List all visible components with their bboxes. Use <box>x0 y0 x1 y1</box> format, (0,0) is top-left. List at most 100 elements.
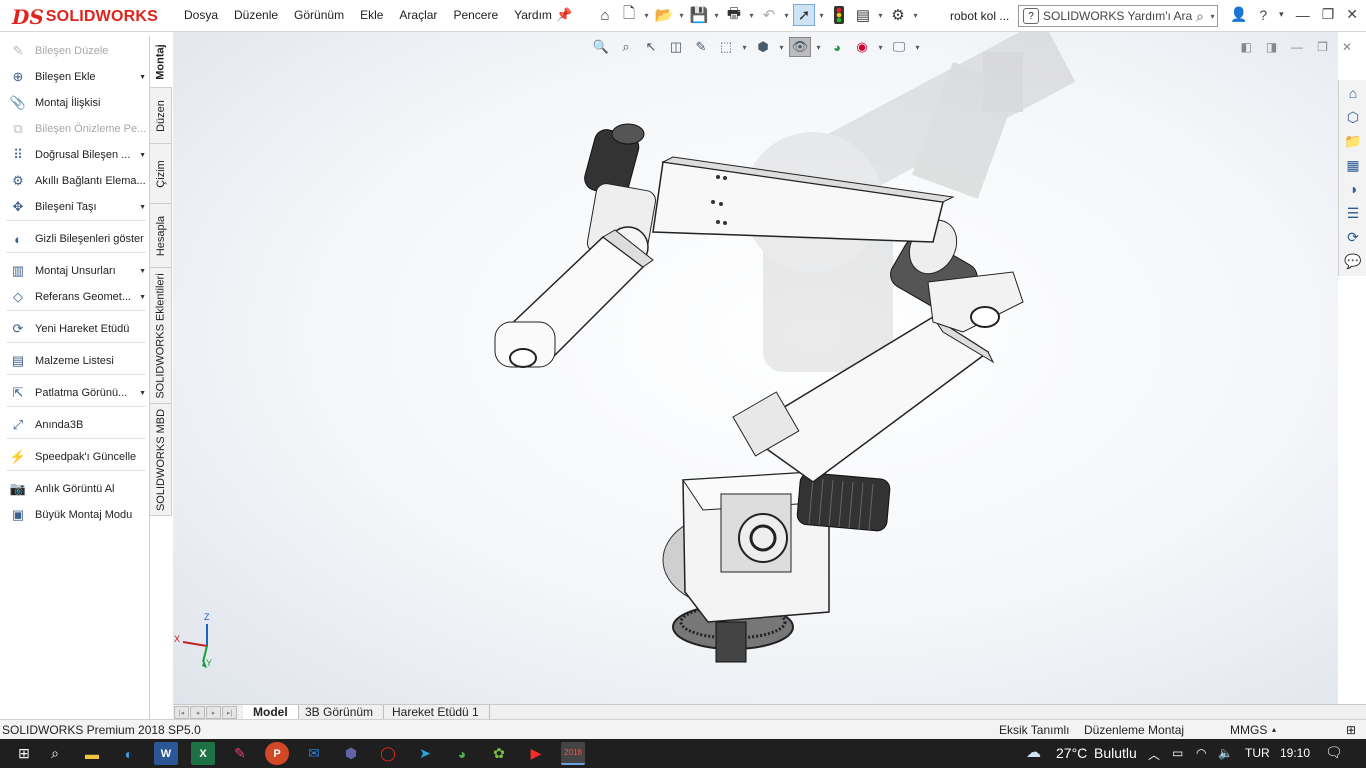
search-icon[interactable]: ⌕ <box>43 742 67 765</box>
design-library-icon[interactable]: ⬡ <box>1342 106 1364 128</box>
command-button[interactable]: ▣ Büyük Montaj Modu <box>8 504 150 526</box>
unit-system[interactable]: MMGS <box>1230 723 1267 737</box>
robot-arm-model[interactable] <box>173 32 1338 704</box>
menu-item-view[interactable]: Görünüm <box>286 8 352 22</box>
next-tab-icon[interactable]: ▸ <box>206 706 221 719</box>
volume-icon[interactable]: 🔈 <box>1218 746 1233 760</box>
tab-addins[interactable]: SOLIDWORKS Eklentileri <box>150 268 172 404</box>
command-button[interactable]: ✎ Bileşen Düzele <box>8 40 150 62</box>
solidworks-taskbar-icon[interactable]: 2018 <box>561 742 585 765</box>
user-account-icon[interactable]: 👤 <box>1230 6 1247 23</box>
view-orientation-icon[interactable]: ⬚ <box>715 37 737 57</box>
chevron-down-icon[interactable]: ▾ <box>913 43 922 52</box>
tab-model[interactable]: Model <box>243 705 299 720</box>
weather-text[interactable]: Bulutlu <box>1094 745 1137 761</box>
tab-3d-views[interactable]: 3B Görünüm <box>295 705 385 720</box>
chevron-down-icon[interactable]: ▾ <box>1279 9 1284 20</box>
command-button[interactable]: ◐ Gizli Bileşenleri göster <box>8 228 150 250</box>
prev-tab-icon[interactable]: ◂ <box>190 706 205 719</box>
opera-icon[interactable]: ◯ <box>376 742 400 765</box>
chevron-down-icon[interactable]: ▾ <box>740 43 749 52</box>
search-input[interactable]: SOLIDWORKS Yardım'ı Ara <box>1043 9 1196 23</box>
traffic-light-icon[interactable] <box>828 4 850 26</box>
apply-scene-icon[interactable]: ◉ <box>851 37 873 57</box>
graphics-area[interactable]: Z X Y <box>173 32 1338 704</box>
command-button[interactable]: ⊕ Bileşen Ekle ▼ <box>8 66 150 88</box>
menu-item-window[interactable]: Pencere <box>445 8 506 22</box>
options-gear-icon[interactable]: ⚙ <box>887 4 909 26</box>
command-button[interactable]: ✥ Bileşeni Taşı ▼ <box>8 196 150 218</box>
chevron-down-icon[interactable]: ▾ <box>642 11 651 20</box>
command-button[interactable]: ⧉ Bileşen Önizleme Pe... <box>8 118 150 140</box>
close-icon[interactable]: ✕ <box>1346 6 1358 23</box>
excel-icon[interactable]: X <box>191 742 215 765</box>
zoom-to-fit-icon[interactable]: 🔍 <box>590 37 612 57</box>
chevron-down-icon[interactable]: ▼ <box>139 390 146 397</box>
zoom-to-area-icon[interactable]: ⌕ <box>615 37 637 57</box>
menu-item-tools[interactable]: Araçlar <box>391 8 445 22</box>
chevron-down-icon[interactable]: ▼ <box>139 74 146 81</box>
undo-icon[interactable]: ↶ <box>758 4 780 26</box>
chevron-down-icon[interactable]: ▼ <box>139 294 146 301</box>
forum-chat-icon[interactable]: 💬 <box>1342 250 1364 272</box>
paint-icon[interactable]: ✎ <box>228 742 252 765</box>
chevron-down-icon[interactable]: ▼ <box>139 204 146 211</box>
menu-item-insert[interactable]: Ekle <box>352 8 391 22</box>
chevron-down-icon[interactable]: ▾ <box>782 11 791 20</box>
print-icon[interactable]: 🖶 <box>723 4 745 26</box>
home-icon[interactable]: ⌂ <box>594 4 616 26</box>
section-view-icon[interactable]: ◫ <box>665 37 687 57</box>
doc-minimize-icon[interactable]: — <box>1291 40 1303 54</box>
telegram-icon[interactable]: ➤ <box>413 742 437 765</box>
network-app-icon[interactable]: ✿ <box>487 742 511 765</box>
tab-layout[interactable]: Düzen <box>150 88 172 144</box>
wifi-icon[interactable]: ◠ <box>1196 746 1206 760</box>
chevron-up-icon[interactable]: ▴ <box>1272 725 1276 734</box>
doc-restore-icon[interactable]: ❐ <box>1317 40 1328 54</box>
word-icon[interactable]: W <box>154 742 178 765</box>
chevron-down-icon[interactable]: ▾ <box>712 11 721 20</box>
display-style-icon[interactable]: ⬢ <box>752 37 774 57</box>
file-explorer-icon[interactable]: ▬ <box>80 742 104 765</box>
edit-appearance-icon[interactable]: ◕ <box>826 37 848 57</box>
command-button[interactable]: ⚡ Speedpak'ı Güncelle <box>8 446 150 468</box>
chevron-down-icon[interactable]: ▾ <box>1208 12 1217 21</box>
chevron-down-icon[interactable]: ▼ <box>139 268 146 275</box>
command-button[interactable]: ▤ Malzeme Listesi <box>8 350 150 372</box>
command-button[interactable]: 📎 Montaj İlişkisi <box>8 92 150 114</box>
command-button[interactable]: ⇱ Patlatma Görünü... ▼ <box>8 382 150 404</box>
new-document-icon[interactable]: 🗋 <box>618 4 640 26</box>
chevron-down-icon[interactable]: ▾ <box>814 43 823 52</box>
command-button[interactable]: ◇ Referans Geomet... ▼ <box>8 286 150 308</box>
temperature[interactable]: 27°C <box>1056 745 1087 761</box>
command-button[interactable]: ⚙ Akıllı Bağlantı Elema... <box>8 170 150 192</box>
search-icon[interactable]: ⌕ <box>1196 8 1204 25</box>
previous-view-icon[interactable]: ↖ <box>640 37 662 57</box>
save-icon[interactable]: 💾 <box>688 4 710 26</box>
restore-icon[interactable]: ❐ <box>1322 6 1335 23</box>
dynamic-annotation-icon[interactable]: ✎ <box>690 37 712 57</box>
edge-browser-icon[interactable]: ◐ <box>117 742 141 765</box>
view-palette-icon[interactable]: ▦ <box>1342 154 1364 176</box>
chevron-down-icon[interactable]: ▾ <box>876 11 885 20</box>
chevron-down-icon[interactable]: ▼ <box>139 152 146 159</box>
command-button[interactable]: ⠿ Doğrusal Bileşen ... ▼ <box>8 144 150 166</box>
tab-sketch[interactable]: Çizim <box>150 144 172 204</box>
solidworks-forum-icon[interactable]: ⟳ <box>1342 226 1364 248</box>
doc-close-icon[interactable]: ✕ <box>1342 40 1352 54</box>
chevron-down-icon[interactable]: ▾ <box>777 43 786 52</box>
tooltip-toggle-icon[interactable]: ⊞ <box>1346 723 1356 737</box>
battery-icon[interactable]: ▭ <box>1172 746 1183 760</box>
solidworks-logo[interactable]: DS SOLIDWORKS <box>12 5 158 29</box>
help-search-box[interactable]: ? SOLIDWORKS Yardım'ı Ara ⌕ ▾ <box>1018 5 1218 27</box>
chevron-down-icon[interactable]: ▾ <box>876 43 885 52</box>
view-settings-icon[interactable]: 🖵 <box>888 37 910 57</box>
input-language[interactable]: TUR <box>1245 746 1270 760</box>
chevron-up-icon[interactable]: ︿ <box>1148 746 1160 763</box>
powerpoint-icon[interactable]: P <box>265 742 289 765</box>
teams-icon[interactable]: ⬢ <box>339 742 363 765</box>
solidworks-resources-icon[interactable]: ⌂ <box>1342 82 1364 104</box>
chevron-down-icon[interactable]: ▾ <box>911 11 920 20</box>
tile-right-icon[interactable]: ◨ <box>1266 40 1277 54</box>
file-explorer-icon[interactable]: 📁 <box>1342 130 1364 152</box>
